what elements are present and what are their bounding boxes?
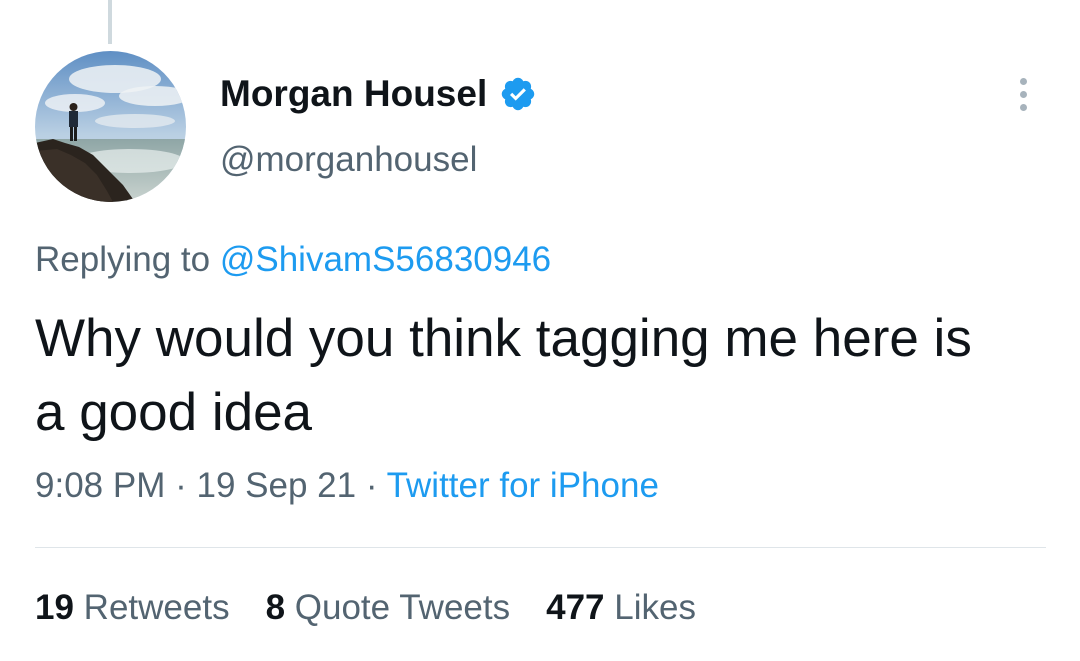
replying-to-line: Replying to @ShivamS56830946 <box>35 240 551 280</box>
thread-connector-line <box>108 0 112 44</box>
meta-separator: · <box>365 466 378 505</box>
tweet-source-link[interactable]: Twitter for iPhone <box>387 466 659 505</box>
tweet-metadata: 9:08 PM · 19 Sep 21 · Twitter for iPhone <box>35 466 659 506</box>
tweet-time[interactable]: 9:08 PM <box>35 466 165 505</box>
avatar[interactable] <box>35 51 186 202</box>
author-handle[interactable]: @morganhousel <box>220 140 477 180</box>
more-dots-icon <box>1019 77 1027 85</box>
likes-count: 477 <box>546 588 605 627</box>
retweets-label: Retweets <box>83 588 230 627</box>
likes-label: Likes <box>614 588 696 627</box>
author-name-row: Morgan Housel <box>220 72 537 116</box>
reply-mention-link[interactable]: @ShivamS56830946 <box>220 240 551 279</box>
avatar-photo <box>35 51 186 202</box>
retweets-stat[interactable]: 19 Retweets <box>35 588 230 628</box>
display-name[interactable]: Morgan Housel <box>220 73 487 115</box>
retweets-count: 19 <box>35 588 74 627</box>
tweet-stats: 19 Retweets 8 Quote Tweets 477 Likes <box>35 588 696 628</box>
tweet-text: Why would you think tagging me here is a… <box>35 309 972 442</box>
quote-tweets-stat[interactable]: 8 Quote Tweets <box>266 588 511 628</box>
more-dots-icon <box>1019 103 1027 111</box>
more-options-button[interactable] <box>1006 72 1040 116</box>
likes-stat[interactable]: 477 Likes <box>546 588 696 628</box>
replying-to-label: Replying to <box>35 240 211 279</box>
verified-badge-icon <box>499 75 537 113</box>
more-dots-icon <box>1019 90 1027 98</box>
quote-tweets-count: 8 <box>265 588 286 627</box>
divider <box>35 547 1046 548</box>
tweet-date[interactable]: 19 Sep 21 <box>196 466 356 505</box>
quote-tweets-label: Quote Tweets <box>294 588 511 627</box>
meta-separator: · <box>175 466 187 505</box>
